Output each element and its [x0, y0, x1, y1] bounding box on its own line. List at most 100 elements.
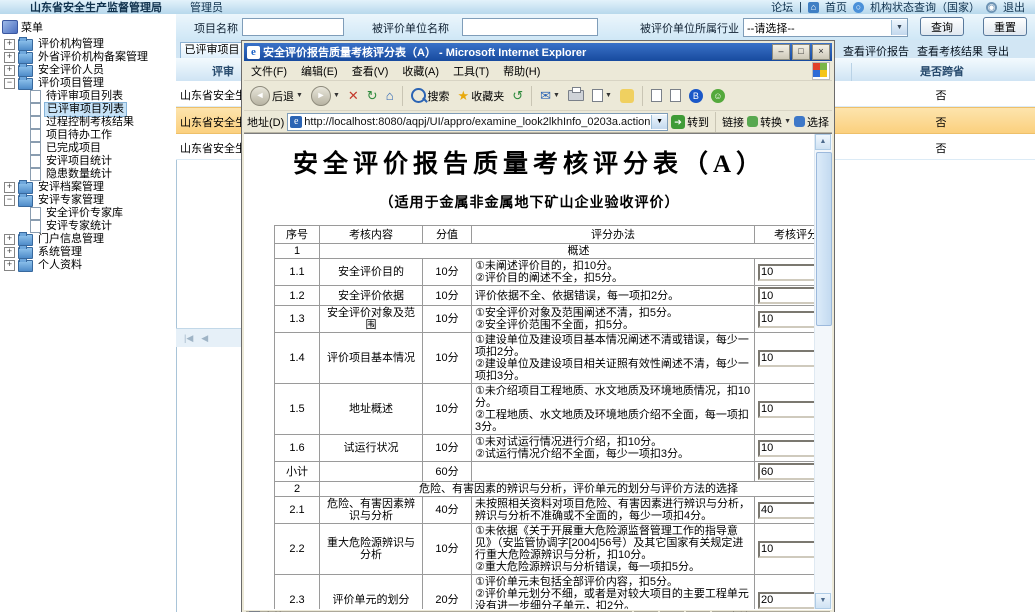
maximize-button[interactable]: □ [792, 44, 810, 60]
score-input[interactable] [758, 311, 815, 328]
home-button[interactable]: ⌂ [383, 87, 397, 105]
collapse-icon[interactable]: − [4, 78, 15, 89]
industry-select[interactable]: --请选择-- ▼ [743, 18, 908, 37]
search-toolbar: 项目名称 被评价单位名称 被评价单位所属行业 --请选择-- ▼ 查询 重置 [176, 14, 1035, 41]
points-cell: 20分 [423, 575, 472, 610]
menu-item[interactable]: 文件(F) [244, 63, 294, 79]
stop-button[interactable]: ✕ [345, 87, 362, 105]
sidebar-item[interactable]: 安评项目统计 [0, 155, 176, 168]
prev-page-button[interactable]: ◀ [201, 333, 208, 344]
sidebar-item[interactable]: 安全评价专家库 [0, 207, 176, 220]
print-button[interactable] [565, 89, 587, 102]
links-label[interactable]: 链接 [722, 114, 744, 130]
scrollbar-thumb[interactable] [816, 152, 832, 326]
sidebar-item[interactable]: −安评专家管理 [0, 194, 176, 207]
expand-icon[interactable]: + [4, 39, 15, 50]
sidebar-item-label: 安评档案管理 [36, 181, 106, 194]
query-button[interactable]: 查询 [920, 17, 964, 36]
scroll-up-icon[interactable]: ▲ [815, 134, 831, 150]
windows-logo-icon [812, 62, 830, 80]
sidebar-root[interactable]: 菜单 [2, 19, 176, 35]
first-page-button[interactable]: |◀ [184, 333, 193, 344]
sidebar-item[interactable]: 已评审项目列表 [0, 103, 176, 116]
document-subtitle: （适用于金属非金属地下矿山企业验收评价） [244, 192, 815, 212]
toolbar-divider [642, 86, 643, 106]
lookup-button[interactable] [667, 88, 684, 103]
expand-icon[interactable]: + [4, 65, 15, 76]
score-input[interactable] [758, 592, 815, 609]
home-link[interactable]: 首页 [825, 0, 847, 15]
search-button[interactable]: 搜索 [408, 87, 453, 105]
logout-link[interactable]: 退出 [1003, 0, 1025, 15]
points-cell: 10分 [423, 384, 472, 435]
discuss-icon [620, 89, 634, 103]
forum-link[interactable]: 论坛 [771, 0, 793, 15]
menu-item[interactable]: 编辑(E) [294, 63, 345, 79]
sidebar-item[interactable]: +个人资料 [0, 259, 176, 272]
messenger-button[interactable]: ☺ [708, 88, 728, 104]
sidebar-item[interactable]: 项目待办工作 [0, 129, 176, 142]
select-button[interactable]: 选择 [794, 114, 829, 130]
score-input[interactable] [758, 287, 815, 304]
score-input[interactable] [758, 401, 815, 418]
cross-province-cell: 否 [851, 114, 1031, 130]
score-input[interactable] [758, 463, 815, 480]
forward-button[interactable]: ► ▼ [308, 85, 343, 107]
edit-button[interactable]: ▼ [589, 88, 615, 103]
mail-button[interactable]: ✉▼ [537, 87, 563, 105]
score-input[interactable] [758, 440, 815, 457]
menu-item[interactable]: 帮助(H) [496, 63, 547, 79]
score-input[interactable] [758, 350, 815, 367]
back-button[interactable]: ◄ 后退 ▼ [247, 85, 306, 107]
content-cell: 危险、有害因素辨识与分析 [320, 497, 423, 524]
content-cell: 安全评价目的 [320, 259, 423, 286]
status-query-link[interactable]: 机构状态查询（国家） [870, 0, 980, 15]
address-input[interactable]: e http://localhost:8080/aqpj/UI/appro/ex… [287, 113, 668, 131]
unit-name-input[interactable] [462, 18, 598, 36]
vertical-scrollbar[interactable]: ▲ ▼ [814, 134, 832, 609]
sidebar-item-label: 安全评价人员 [36, 64, 106, 77]
research-button[interactable] [648, 88, 665, 103]
method-cell: ①未介绍项目工程地质、水文地质及环境地质情况，扣10分。 ②工程地质、水文地质及… [472, 384, 755, 435]
star-icon: ★ [458, 88, 470, 104]
close-button[interactable]: × [812, 44, 830, 60]
history-button[interactable]: ↺ [509, 87, 526, 105]
refresh-button[interactable]: ↻ [364, 87, 381, 105]
view-report-link[interactable]: 查看评价报告 [843, 43, 909, 59]
scroll-down-icon[interactable]: ▼ [815, 593, 831, 609]
menu-item[interactable]: 收藏(A) [395, 63, 446, 79]
expand-icon[interactable]: + [4, 234, 15, 245]
addressbar-divider [715, 112, 716, 132]
score-table-row: 小计60分 [275, 462, 816, 482]
points-cell: 10分 [423, 333, 472, 384]
project-name-input[interactable] [242, 18, 344, 36]
expand-icon[interactable]: + [4, 260, 15, 271]
sidebar-item[interactable]: 过程控制考核结果 [0, 116, 176, 129]
tab-reviewed-projects[interactable]: 已评审项目列表 [180, 42, 244, 58]
sidebar-item[interactable]: −评价项目管理 [0, 77, 176, 90]
score-input[interactable] [758, 502, 815, 519]
minimize-button[interactable]: – [772, 44, 790, 60]
go-button[interactable]: ➔ 转到 [671, 114, 709, 130]
back-label: 后退 [272, 88, 294, 104]
menu-item[interactable]: 查看(V) [345, 63, 396, 79]
discuss-button[interactable] [617, 88, 637, 104]
collapse-icon[interactable]: − [4, 195, 15, 206]
forward-icon: ► [311, 86, 331, 106]
view-assessment-link[interactable]: 查看考核结果 [917, 43, 983, 59]
score-input[interactable] [758, 541, 815, 558]
favorites-button[interactable]: ★ 收藏夹 [455, 87, 508, 105]
bluetooth-button[interactable]: B [686, 88, 706, 104]
expand-icon[interactable]: + [4, 52, 15, 63]
convert-button[interactable]: 转换 ▼ [747, 114, 791, 130]
score-input[interactable] [758, 264, 815, 281]
expand-icon[interactable]: + [4, 247, 15, 258]
address-dropdown-icon: ▼ [651, 115, 667, 129]
app-title: 山东省安全生产监督管理局 [30, 0, 162, 15]
menu-item[interactable]: 工具(T) [446, 63, 496, 79]
expand-icon[interactable]: + [4, 182, 15, 193]
sidebar: 菜单 +评价机构管理+外省评价机构备案管理+安全评价人员−评价项目管理待评审项目… [0, 14, 177, 612]
score-cell [755, 524, 816, 575]
sidebar-item[interactable]: 已完成项目 [0, 142, 176, 155]
reset-button[interactable]: 重置 [983, 17, 1027, 36]
